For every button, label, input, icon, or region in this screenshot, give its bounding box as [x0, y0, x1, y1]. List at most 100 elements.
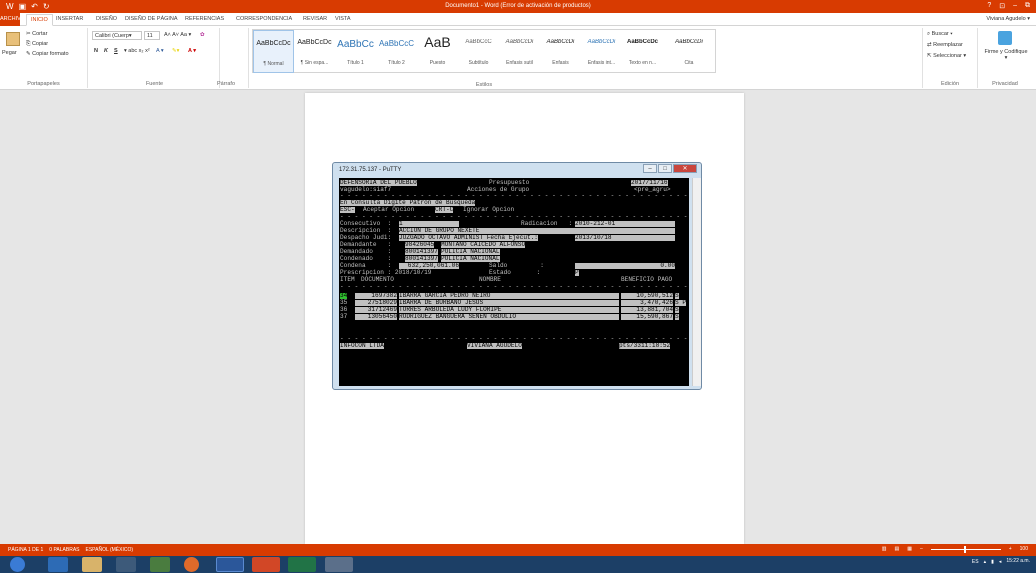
- app-taskbar-icon[interactable]: [252, 557, 280, 572]
- style-puesto[interactable]: AaB Puesto: [417, 30, 458, 73]
- language-indicator[interactable]: ESPAÑOL (MÉXICO): [86, 547, 134, 553]
- window-title: Documento1 - Word (Error de activación d…: [445, 3, 591, 9]
- tab-referencias[interactable]: REFERENCIAS: [185, 16, 224, 22]
- text-effects-icon[interactable]: A ▾: [156, 48, 164, 54]
- firefox-icon[interactable]: [184, 557, 199, 572]
- volume-icon[interactable]: ◂: [999, 559, 1002, 565]
- internet-explorer-icon[interactable]: [48, 557, 68, 572]
- replace-button[interactable]: ⇄ Reemplazar: [927, 42, 963, 48]
- document-area: 172.31.75.137 - PuTTY – □ ✕ DEFENSORIA D…: [0, 91, 1036, 544]
- saldo-field: 0.00: [575, 262, 675, 270]
- zoom-slider[interactable]: [930, 545, 1001, 553]
- page-count[interactable]: PÁGINA 1 DE 1: [8, 547, 43, 553]
- style-enfasis-intenso[interactable]: AaBbCcDi Énfasis int...: [581, 30, 622, 73]
- find-button[interactable]: ⌕ Buscar ▾: [927, 31, 953, 38]
- putty-title: 172.31.75.137 - PuTTY: [339, 167, 402, 173]
- style-sin-espaciado[interactable]: AaBbCcDc ¶ Sin espa...: [294, 30, 335, 73]
- web-layout-icon[interactable]: ▦: [907, 546, 912, 552]
- tab-revisar[interactable]: REVISAR: [303, 16, 327, 22]
- read-mode-icon[interactable]: ▥: [882, 546, 887, 552]
- tab-insertar[interactable]: INSERTAR: [56, 16, 83, 22]
- print-layout-icon[interactable]: ▤: [894, 546, 899, 552]
- help-button[interactable]: ?: [987, 2, 991, 10]
- styles-gallery: AaBbCcDc ¶ Normal AaBbCcDc ¶ Sin espa... A…: [252, 29, 716, 73]
- input-language[interactable]: ES: [972, 559, 979, 565]
- font-family-select[interactable]: Calibri (Cuerp▾: [92, 31, 142, 40]
- font-group: Calibri (Cuerp▾ 11 A˄ A˅ Aa ▾ ✿ N K S ▾ …: [90, 28, 220, 88]
- cut-button[interactable]: ✂ Cortar: [26, 31, 47, 37]
- start-button-icon[interactable]: [10, 557, 25, 572]
- editing-group-label: Edición: [940, 81, 960, 87]
- status-bar: PÁGINA 1 DE 1 0 PALABRAS ESPAÑOL (MÉXICO…: [0, 544, 1036, 556]
- network-icon[interactable]: ▮: [991, 559, 994, 565]
- row-doc: 13056450: [355, 313, 397, 321]
- tab-file[interactable]: ARCHIVO: [0, 13, 25, 26]
- ribbon-display-button[interactable]: ⊡: [999, 2, 1005, 10]
- table-row: 37 13056450 RODRIGUEZ BANGUERA SENEN OBD…: [339, 313, 689, 321]
- footer-terminal: pts/3311:18:52: [619, 342, 671, 350]
- style-cita[interactable]: AaBbCcDi Cita: [663, 30, 715, 73]
- app-icon[interactable]: [150, 557, 170, 572]
- underline-button[interactable]: S: [114, 48, 118, 54]
- sign-encrypt-icon[interactable]: [998, 31, 1012, 45]
- tab-vista[interactable]: VISTA: [335, 16, 351, 22]
- style-normal[interactable]: AaBbCcDc ¶ Normal: [253, 30, 294, 73]
- privacy-group-label: Privacidad: [992, 81, 1018, 87]
- footer-company: INFOCON LTDA: [340, 342, 384, 350]
- file-explorer-icon[interactable]: [82, 557, 102, 572]
- restore-button[interactable]: ⧉: [1025, 2, 1030, 10]
- bold-button[interactable]: N: [94, 48, 98, 54]
- tab-correspondencia[interactable]: CORRESPONDENCIA: [236, 16, 292, 22]
- style-titulo-1[interactable]: AaBbCc Título 1: [335, 30, 376, 73]
- excel-taskbar-icon[interactable]: [288, 557, 316, 572]
- maximize-icon: □: [658, 164, 672, 173]
- format-painter-button[interactable]: ✎ Copiar formato: [26, 51, 69, 57]
- media-player-icon[interactable]: [116, 557, 136, 572]
- style-enfasis[interactable]: AaBbCcDi Énfasis: [540, 30, 581, 73]
- style-titulo-2[interactable]: AaBbCcC Título 2: [376, 30, 417, 73]
- minimize-button[interactable]: –: [1013, 2, 1017, 10]
- italic-button[interactable]: K: [104, 48, 108, 54]
- tray-arrow-icon[interactable]: ▴: [984, 559, 987, 565]
- word-taskbar-icon[interactable]: [216, 557, 244, 572]
- zoom-out-button[interactable]: –: [920, 546, 923, 552]
- copy-button[interactable]: ⎘ Copiar: [26, 41, 48, 48]
- taskbar: ES ▴ ▮ ◂ 15:22 a.m.: [0, 556, 1036, 573]
- system-tray: ES ▴ ▮ ◂ 15:22 a.m.: [972, 559, 1030, 566]
- select-button[interactable]: ⇱ Seleccionar ▾: [927, 53, 966, 59]
- grow-font-icon[interactable]: A˄ A˅ Aa ▾: [164, 32, 191, 38]
- font-size-select[interactable]: 11: [144, 31, 160, 40]
- style-subtitulo[interactable]: AaBbCcC Subtítulo: [458, 30, 499, 73]
- tab-diseno-pagina[interactable]: DISEÑO DE PÁGINA: [125, 16, 178, 22]
- paste-icon[interactable]: [6, 32, 20, 46]
- strike-sub-sup-icons[interactable]: ▾ abc x₂ x²: [124, 48, 150, 54]
- sign-encrypt-button[interactable]: Firme y Codifique ▾: [984, 49, 1028, 61]
- clock[interactable]: 15:22 a.m.: [1006, 559, 1030, 565]
- window-controls: ? ⊡ – ⧉: [987, 2, 1030, 10]
- row-valor: 15,590,867: [621, 313, 673, 321]
- style-enfasis-sutil[interactable]: AaBbCcDi Énfasis sutil: [499, 30, 540, 73]
- highlight-icon[interactable]: ✎▾: [172, 48, 179, 54]
- paragraph-group-label: Párrafo: [216, 81, 236, 87]
- font-color-icon[interactable]: A ▾: [188, 48, 196, 54]
- row-item: 37: [340, 313, 348, 320]
- document-page[interactable]: 172.31.75.137 - PuTTY – □ ✕ DEFENSORIA D…: [305, 93, 744, 544]
- putty-taskbar-icon[interactable]: [325, 557, 353, 572]
- paste-button[interactable]: Pegar: [2, 50, 17, 56]
- clear-format-icon[interactable]: ✿: [200, 32, 205, 38]
- style-texto-en-negrita[interactable]: AaBbCcDc Texto en n...: [622, 30, 663, 73]
- terminal-screen: DEFENSORIA DEL PUEBLO Presupuesto 2017/1…: [339, 178, 689, 386]
- zoom-slider-thumb[interactable]: [963, 545, 966, 553]
- editing-group: ⌕ Buscar ▾ ⇄ Reemplazar ⇱ Seleccionar ▾ …: [922, 28, 978, 88]
- account-user[interactable]: Viviana Agudelo ▾: [986, 16, 1030, 22]
- estado-field: P: [575, 269, 579, 277]
- zoom-level[interactable]: 100: [1020, 546, 1028, 552]
- styles-group-label: Estilos: [475, 82, 493, 88]
- zoom-in-button[interactable]: +: [1009, 546, 1012, 552]
- word-count[interactable]: 0 PALABRAS: [49, 547, 79, 553]
- tab-diseno[interactable]: DISEÑO: [96, 16, 117, 22]
- minimize-icon: –: [643, 164, 657, 173]
- fecha-ejecut-field: 2013/10/18: [575, 234, 675, 242]
- row-flag: S: [675, 313, 679, 321]
- tab-inicio[interactable]: INICIO: [26, 14, 53, 26]
